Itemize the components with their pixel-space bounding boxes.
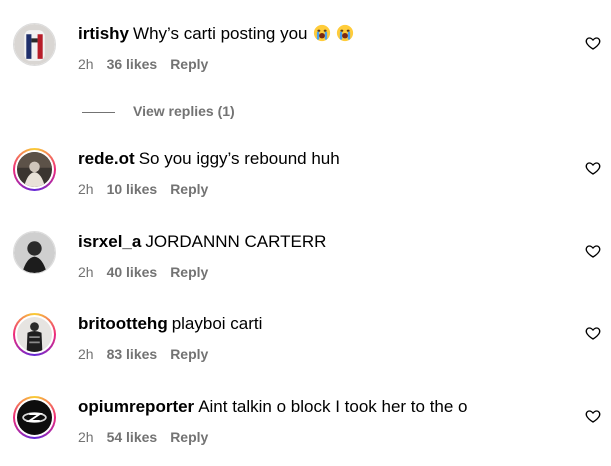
view-replies-label: View replies (1) <box>133 103 235 119</box>
avatar[interactable] <box>13 231 56 274</box>
view-replies-button[interactable]: View replies (1) <box>82 103 235 121</box>
comment-username[interactable]: britoottehg <box>78 314 168 333</box>
comment-item: isrxel_a JORDANNN CARTERR 2h 40 likes Reply <box>0 231 611 301</box>
reply-button[interactable]: Reply <box>170 264 208 280</box>
comment-line: britoottehg playboi carti <box>78 313 262 335</box>
heart-outline-icon[interactable] <box>585 160 601 176</box>
heart-outline-icon[interactable] <box>585 243 601 259</box>
comment-meta: 2h 83 likes Reply <box>78 345 221 363</box>
comment-item: britoottehg playboi carti 2h 83 likes Reply <box>0 313 611 383</box>
comment-text: Aint talkin o block I took her to the o <box>198 397 468 416</box>
comment-likes[interactable]: 36 likes <box>107 56 158 72</box>
comment-time: 2h <box>78 429 94 445</box>
comment-line: opiumreporter Aint talkin o block I took … <box>78 396 468 418</box>
comment-time: 2h <box>78 264 94 280</box>
comment-likes[interactable]: 54 likes <box>107 429 158 445</box>
reply-button[interactable]: Reply <box>170 429 208 445</box>
comment-text: JORDANNN CARTERR <box>145 232 327 251</box>
reply-button[interactable]: Reply <box>170 56 208 72</box>
comment-username[interactable]: irtishy <box>78 24 129 43</box>
comment-text: So you iggy’s rebound huh <box>138 149 340 168</box>
comment-likes[interactable]: 40 likes <box>107 264 158 280</box>
comment-item: rede.ot So you iggy’s rebound huh 2h 10 li… <box>0 148 611 218</box>
comment-time: 2h <box>78 181 94 197</box>
comment-line: isrxel_a JORDANNN CARTERR <box>78 231 326 253</box>
loudly-crying-face-emoji <box>313 24 330 42</box>
comment-line: irtishy Why’s carti posting you <box>78 23 354 45</box>
avatar[interactable] <box>13 396 56 439</box>
comment-item: opiumreporter Aint talkin o block I took … <box>0 396 611 466</box>
comment-likes[interactable]: 10 likes <box>107 181 158 197</box>
comment-likes[interactable]: 83 likes <box>107 346 158 362</box>
heart-outline-icon[interactable] <box>585 35 601 51</box>
avatar[interactable] <box>13 23 56 66</box>
comment-line: rede.ot So you iggy’s rebound huh <box>78 148 340 170</box>
comment-time: 2h <box>78 346 94 362</box>
divider <box>82 111 115 113</box>
comment-meta: 2h 36 likes Reply <box>78 55 221 73</box>
comment-username[interactable]: opiumreporter <box>78 397 194 416</box>
comment-meta: 2h 54 likes Reply <box>78 428 221 446</box>
comment-meta: 2h 10 likes Reply <box>78 180 221 198</box>
avatar[interactable] <box>13 148 56 191</box>
comment-username[interactable]: isrxel_a <box>78 232 141 251</box>
comment-item: irtishy Why’s carti posting you 2h 36 like… <box>0 23 611 93</box>
comment-time: 2h <box>78 56 94 72</box>
heart-outline-icon[interactable] <box>585 325 601 341</box>
loudly-crying-face-emoji <box>336 24 353 42</box>
heart-outline-icon[interactable] <box>585 408 601 424</box>
avatar[interactable] <box>13 313 56 356</box>
comment-text: Why’s carti posting you <box>133 24 308 43</box>
reply-button[interactable]: Reply <box>170 346 208 362</box>
reply-button[interactable]: Reply <box>170 181 208 197</box>
comment-meta: 2h 40 likes Reply <box>78 263 221 281</box>
comment-text: playboi carti <box>171 314 263 333</box>
comment-username[interactable]: rede.ot <box>78 149 135 168</box>
